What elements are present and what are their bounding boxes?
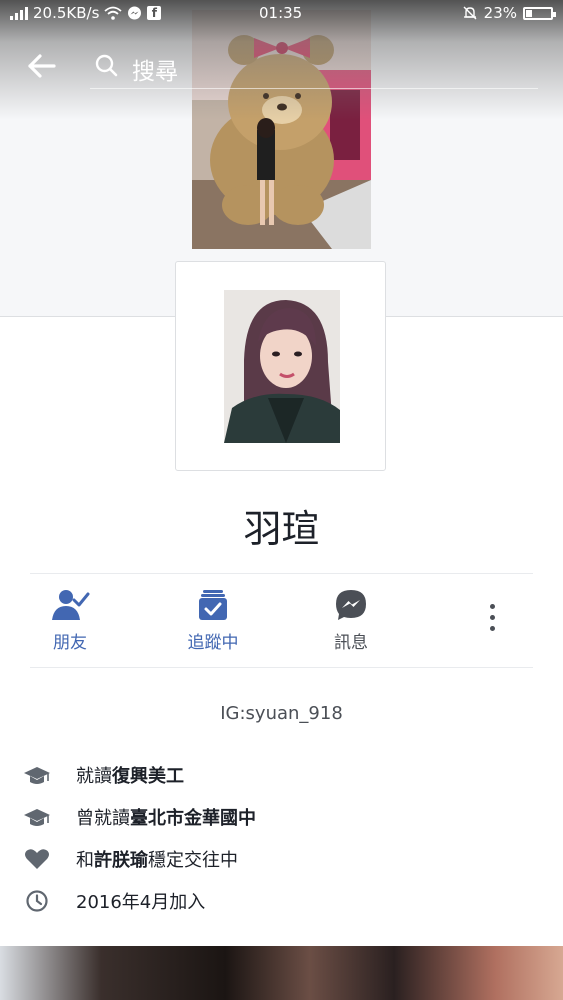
graduation-cap-icon	[24, 809, 50, 826]
intro-prefix: 曾就讀	[76, 808, 130, 829]
intro-suffix: 穩定交往中	[148, 850, 238, 871]
friend-check-icon	[52, 590, 90, 620]
more-options-button[interactable]	[482, 604, 502, 638]
wifi-icon	[104, 6, 122, 20]
profile-name: 羽瑄	[243, 507, 320, 551]
intro-item-relationship[interactable]: 和許朕瑜穩定交往中	[24, 844, 544, 886]
profile-picture-image	[224, 290, 340, 443]
following-check-icon	[199, 590, 227, 620]
battery-percent: 23%	[483, 4, 517, 22]
messenger-icon	[336, 590, 366, 620]
more-dot-icon	[489, 626, 495, 631]
search-input[interactable]: 搜尋	[90, 44, 538, 89]
more-dot-icon	[489, 615, 495, 620]
search-icon	[95, 54, 118, 77]
photos-preview[interactable]	[0, 946, 563, 1000]
profile-actions: 朋友 追蹤中 訊息	[30, 573, 533, 668]
battery-icon	[523, 6, 556, 20]
search-placeholder: 搜尋	[132, 59, 178, 85]
intro-list: 就讀復興美工 曾就讀臺北市金華國中 和許朕瑜穩定交往中 2016年4月加入	[24, 760, 544, 928]
school-link[interactable]: 復興美工	[112, 766, 184, 787]
more-dot-icon	[489, 604, 495, 609]
following-label: 追蹤中	[187, 633, 239, 653]
clock-icon	[26, 890, 48, 912]
intro-item-joined: 2016年4月加入	[24, 886, 544, 928]
bio-text: IG:syuan_918	[220, 703, 343, 724]
search-header: 搜尋	[0, 40, 563, 90]
friends-label: 朋友	[53, 633, 87, 653]
signal-icon	[10, 6, 28, 20]
school-link[interactable]: 臺北市金華國中	[130, 808, 256, 829]
status-bar: 20.5KB/s f 01:35 23%	[0, 0, 563, 28]
clock: 01:35	[259, 4, 303, 22]
back-button[interactable]	[24, 48, 60, 84]
joined-date: 2016年4月加入	[76, 892, 206, 913]
heart-icon	[25, 849, 49, 869]
message-button[interactable]: 訊息	[316, 588, 386, 653]
intro-item-education[interactable]: 就讀復興美工	[24, 760, 544, 802]
intro-prefix: 和	[76, 850, 94, 871]
intro-item-past-education[interactable]: 曾就讀臺北市金華國中	[24, 802, 544, 844]
profile-picture	[224, 290, 340, 443]
graduation-cap-icon	[24, 767, 50, 784]
following-button[interactable]: 追蹤中	[168, 588, 258, 653]
arrow-left-icon	[28, 54, 56, 78]
facebook-notification-icon: f	[147, 6, 162, 20]
partner-link[interactable]: 許朕瑜	[94, 850, 148, 871]
messenger-notification-icon	[128, 6, 142, 19]
profile-picture-frame[interactable]	[175, 261, 386, 471]
friends-button[interactable]: 朋友	[32, 588, 108, 653]
message-label: 訊息	[334, 633, 368, 653]
network-speed: 20.5KB/s	[33, 4, 100, 22]
bell-off-icon	[463, 6, 477, 20]
intro-prefix: 就讀	[76, 766, 112, 787]
